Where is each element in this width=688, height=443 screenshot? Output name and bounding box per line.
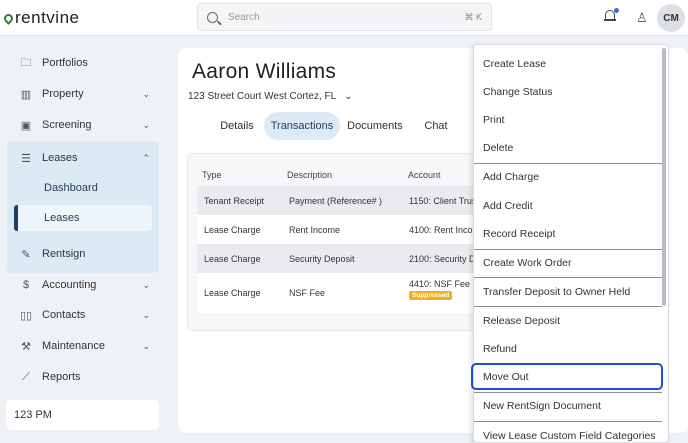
chevron-down-icon: ⌄ <box>142 340 150 351</box>
sidebar-item-label: Property <box>42 88 84 100</box>
dollar-icon: $ <box>22 279 30 291</box>
menu-item-add-charge[interactable]: Add Charge <box>474 163 662 191</box>
sidebar-subitem-dashboard[interactable]: Dashboard <box>14 175 152 201</box>
notification-dot <box>614 8 619 13</box>
table-row[interactable]: Lease Charge NSF Fee 4410: NSF Fee Suppr… <box>197 273 487 313</box>
address-text: 123 Street Court West Cortez, FL <box>188 91 337 102</box>
chevron-up-icon: ⌃ <box>142 152 150 163</box>
sidebar-item-accounting[interactable]: $ Accounting ⌄ <box>8 271 158 299</box>
tab-documents[interactable]: Documents <box>342 112 408 140</box>
chevron-down-icon: ⌄ <box>142 309 150 320</box>
menu-item-transfer-deposit[interactable]: Transfer Deposit to Owner Held <box>474 278 662 306</box>
chart-icon: ⟋ <box>22 370 30 383</box>
table-row[interactable]: Lease Charge Rent Income 4100: Rent Inco… <box>197 215 487 244</box>
tab-chat[interactable]: Chat <box>416 112 456 140</box>
sidebar-item-label: Maintenance <box>42 340 105 352</box>
cell-type: Lease Charge <box>204 288 261 298</box>
menu-item-refund[interactable]: Refund <box>474 335 662 363</box>
tab-label: Documents <box>347 120 403 132</box>
sidebar-item-rentsign[interactable]: ✎ Rentsign <box>8 240 158 268</box>
time-box: 123 PM <box>6 400 159 430</box>
sidebar-item-reports[interactable]: ⟋ Reports <box>8 363 158 391</box>
person-icon[interactable]: ♙ <box>636 10 648 26</box>
tab-transactions[interactable]: Transactions <box>264 112 340 140</box>
screening-icon: ▣ <box>20 119 32 132</box>
logo-leaf-icon <box>2 11 15 25</box>
cell-type: Lease Charge <box>204 254 261 264</box>
cell-description: Rent Income <box>289 225 341 235</box>
sidebar-item-label: Screening <box>42 119 92 131</box>
wrench-icon: ⚒ <box>21 340 31 353</box>
sidebar-item-leases[interactable]: ☰ Leases ⌃ <box>8 144 158 172</box>
menu-item-create-work-order[interactable]: Create Work Order <box>474 249 662 277</box>
subitem-label: Leases <box>44 212 80 224</box>
search-placeholder: Search <box>228 11 260 23</box>
menu-item-create-lease[interactable]: Create Lease <box>474 50 662 78</box>
table-row[interactable]: Lease Charge Security Deposit 2100: Secu… <box>197 244 487 273</box>
logo[interactable]: rentvine <box>2 8 80 28</box>
status-badge: Suppressed <box>409 291 453 300</box>
chevron-down-icon: ⌄ <box>142 88 150 99</box>
chevron-down-icon: ⌄ <box>142 279 150 290</box>
sidebar-item-portfolios[interactable]: 🗀 Portfolios <box>8 49 158 77</box>
tab-label: Transactions <box>270 120 334 132</box>
sidebar-item-label: Leases <box>42 152 78 164</box>
sidebar-item-maintenance[interactable]: ⚒ Maintenance ⌄ <box>8 332 158 360</box>
leases-icon: ☰ <box>21 152 31 165</box>
logo-text: rentvine <box>15 8 80 27</box>
sidebar-item-label: Contacts <box>42 309 86 321</box>
sidebar-item-contacts[interactable]: ▯▯ Contacts ⌄ <box>8 301 158 329</box>
cell-type: Lease Charge <box>204 225 261 235</box>
tab-details[interactable]: Details <box>213 112 261 140</box>
search-input[interactable]: Search ⌘ K <box>197 3 492 31</box>
page-title: Aaron Williams <box>192 60 337 83</box>
sidebar-item-label: Rentsign <box>42 248 86 260</box>
sidebar-subitem-leases[interactable]: Leases <box>14 205 152 231</box>
menu-item-delete[interactable]: Delete <box>474 134 662 162</box>
menu-item-new-rentsign-document[interactable]: New RentSign Document <box>474 392 662 420</box>
cell-description: NSF Fee <box>289 288 326 298</box>
menu-item-view-custom-field-categories[interactable]: View Lease Custom Field Categories <box>474 422 662 442</box>
rentsign-icon: ✎ <box>21 248 31 261</box>
cell-description: Payment (Reference# ) <box>289 196 383 206</box>
sidebar: 🗀 Portfolios ▥ Property ⌄ ▣ Screening ⌄ … <box>0 36 175 443</box>
menu-item-change-status[interactable]: Change Status <box>474 78 662 106</box>
menu-item-print[interactable]: Print <box>474 106 662 134</box>
sidebar-item-label: Portfolios <box>42 57 88 69</box>
cell-type: Tenant Receipt <box>204 196 265 206</box>
chevron-down-icon: ⌄ <box>344 91 353 102</box>
menu-item-add-credit[interactable]: Add Credit <box>474 192 662 220</box>
building-icon: ▥ <box>20 88 32 101</box>
transactions-table: Type Description Account Tenant Receipt … <box>187 153 507 331</box>
column-header-account[interactable]: Account <box>408 170 441 180</box>
subitem-label: Dashboard <box>44 182 98 194</box>
cell-description: Security Deposit <box>289 254 355 264</box>
menu-item-release-deposit[interactable]: Release Deposit <box>474 307 662 335</box>
table-row[interactable]: Tenant Receipt Payment (Reference# ) 115… <box>197 186 487 215</box>
sidebar-item-property[interactable]: ▥ Property ⌄ <box>8 80 158 108</box>
sidebar-item-screening[interactable]: ▣ Screening ⌄ <box>8 111 158 139</box>
column-header-description[interactable]: Description <box>287 170 332 180</box>
sidebar-item-label: Accounting <box>42 279 97 291</box>
search-shortcut: ⌘ K <box>464 11 482 22</box>
sidebar-item-label: Reports <box>42 371 81 383</box>
bell-icon[interactable] <box>604 8 619 23</box>
move-out-highlight <box>471 363 663 390</box>
tab-label: Chat <box>424 120 448 132</box>
folder-icon: 🗀 <box>20 56 32 69</box>
chevron-down-icon: ⌄ <box>142 119 150 130</box>
tab-label: Details <box>220 120 254 132</box>
menu-scrollbar[interactable] <box>662 48 666 306</box>
book-icon: ▯▯ <box>19 309 33 322</box>
address-selector[interactable]: 123 Street Court West Cortez, FL ⌄ <box>188 91 353 102</box>
menu-item-record-receipt[interactable]: Record Receipt <box>474 220 662 248</box>
column-header-type[interactable]: Type <box>202 170 222 180</box>
search-icon <box>207 11 218 23</box>
top-bar: rentvine Search ⌘ K ♙ CM <box>0 0 688 36</box>
avatar[interactable]: CM <box>657 4 685 32</box>
